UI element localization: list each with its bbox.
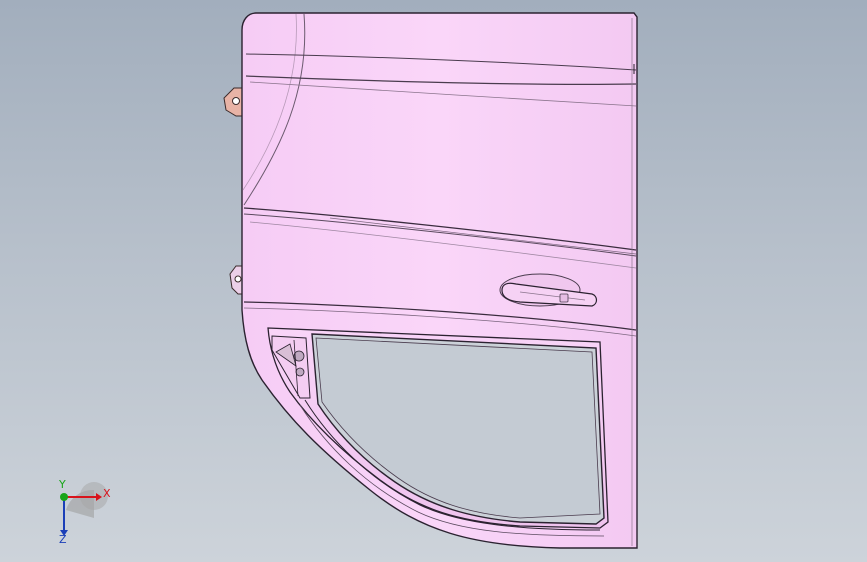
axis-triad: X Y Z: [44, 478, 124, 548]
y-axis-dot: [60, 493, 68, 501]
y-axis-label: Y: [59, 478, 66, 491]
graphics-viewport[interactable]: X Y Z: [0, 0, 867, 562]
z-axis-label: Z: [59, 533, 67, 546]
x-axis-label: X: [103, 487, 111, 500]
door-model[interactable]: [0, 0, 867, 562]
